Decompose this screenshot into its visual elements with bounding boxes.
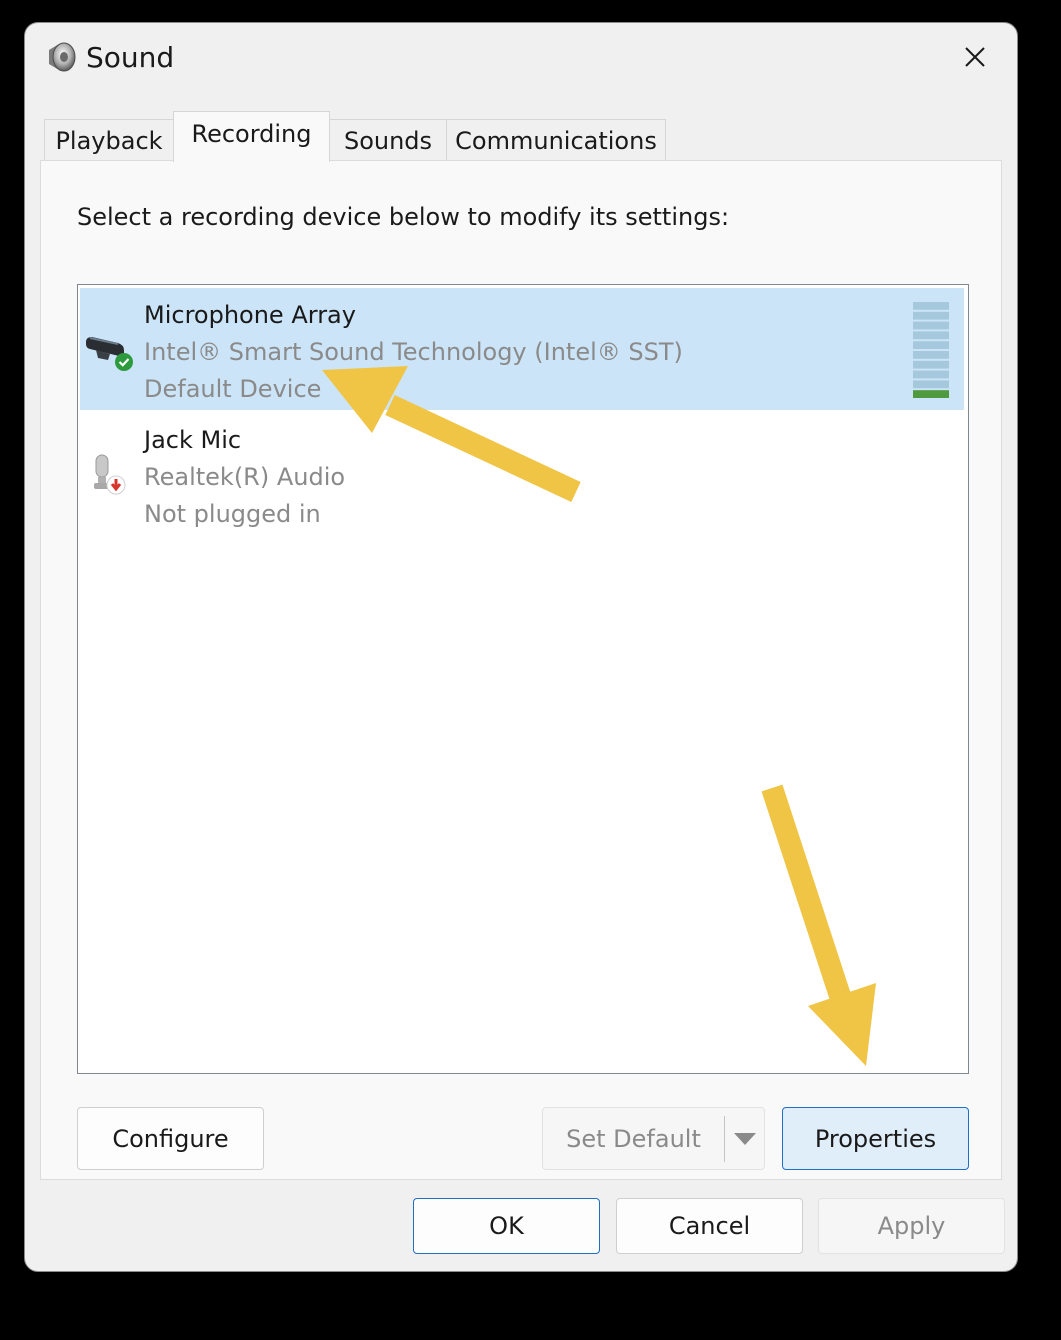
level-meter-segment (913, 351, 949, 359)
speaker-icon (45, 40, 79, 74)
set-default-label: Set Default (566, 1124, 701, 1153)
chevron-down-icon (734, 1132, 756, 1145)
device-driver: Realtek(R) Audio (144, 463, 346, 491)
window-title: Sound (86, 41, 175, 74)
default-check-badge (115, 353, 133, 371)
device-name: Jack Mic (144, 426, 242, 454)
device-status: Default Device (144, 375, 322, 403)
level-meter-segment (913, 370, 949, 379)
properties-button[interactable]: Properties (782, 1107, 969, 1170)
device-item-microphone-array[interactable]: Microphone Array Intel® Smart Sound Tech… (80, 288, 964, 410)
level-meter-segment (913, 311, 949, 320)
apply-button[interactable]: Apply (818, 1198, 1005, 1254)
microphone-icon (84, 451, 134, 495)
device-name: Microphone Array (144, 301, 356, 329)
device-driver: Intel® Smart Sound Technology (Intel® SS… (144, 338, 683, 366)
close-button[interactable] (947, 33, 1003, 81)
tab-playback[interactable]: Playback (44, 119, 174, 161)
tab-sounds[interactable]: Sounds (329, 119, 447, 161)
set-default-split-button[interactable]: Set Default (542, 1107, 765, 1170)
close-icon (965, 47, 985, 67)
cancel-button[interactable]: Cancel (616, 1198, 803, 1254)
tab-communications[interactable]: Communications (446, 119, 666, 161)
level-meter-segment (913, 302, 949, 310)
set-default-dropdown[interactable] (725, 1108, 765, 1169)
sound-dialog: Sound Playback Recording Sounds Communic… (24, 22, 1018, 1272)
level-meter-segment (913, 321, 949, 330)
recording-device-list[interactable]: Microphone Array Intel® Smart Sound Tech… (77, 284, 969, 1074)
device-item-jack-mic[interactable]: Jack Mic Realtek(R) Audio Not plugged in (80, 413, 964, 535)
level-meter (913, 302, 949, 398)
recording-tab-panel: Select a recording device below to modif… (40, 160, 1002, 1180)
level-meter-segment (913, 360, 949, 369)
title-bar: Sound (25, 23, 1017, 95)
instruction-text: Select a recording device below to modif… (77, 203, 730, 231)
device-status: Not plugged in (144, 500, 321, 528)
configure-button[interactable]: Configure (77, 1107, 264, 1170)
level-meter-segment (913, 341, 949, 349)
microphone-array-icon (84, 332, 134, 374)
tab-recording[interactable]: Recording (173, 111, 330, 162)
level-meter-segment (913, 390, 949, 398)
ok-button[interactable]: OK (413, 1198, 600, 1254)
level-meter-segment (913, 380, 949, 389)
level-meter-segment (913, 331, 949, 340)
